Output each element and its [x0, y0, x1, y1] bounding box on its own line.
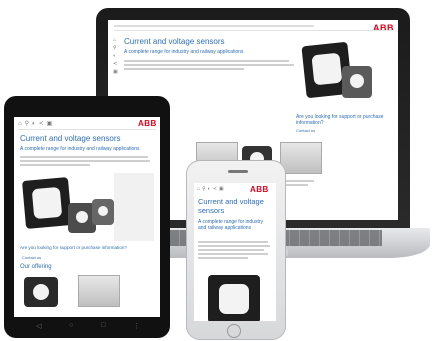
tablet-offering-tile[interactable]	[24, 277, 58, 307]
laptop-page-subtitle: A complete range for industry and railwa…	[124, 49, 244, 55]
laptop-support-question[interactable]: Are you looking for support or purchase …	[296, 114, 392, 126]
phone-speaker	[228, 170, 248, 173]
tablet-support-question[interactable]: Are you looking for support or purchase …	[20, 245, 127, 250]
phone-home-button[interactable]	[227, 324, 241, 338]
tablet-hero-side-panel	[114, 173, 154, 241]
tablet-toolbar-icons[interactable]: ⌂⚲◐≺▣	[18, 120, 55, 127]
tablet-system-nav[interactable]: ◁ ○ □ ⋮	[36, 322, 140, 332]
laptop-abb-logo: ABB	[373, 23, 394, 33]
tablet-hero-sensor-image	[21, 177, 73, 229]
laptop-side-icons[interactable]: ⌂ ⚲ ◐ ≺ ▣	[113, 36, 118, 76]
tablet-page-subtitle: A complete range for industry and railwa…	[20, 146, 140, 152]
phone-page-subtitle: A complete range for industry and railwa…	[198, 219, 264, 231]
laptop-header-divider	[114, 30, 394, 31]
laptop-breadcrumb	[114, 25, 314, 27]
laptop-hero-sensor-image-2	[342, 66, 372, 98]
recent-apps-icon[interactable]: □	[101, 322, 105, 332]
tablet-page-title: Current and voltage sensors	[20, 134, 121, 143]
tablet-body-text	[20, 154, 150, 168]
laptop-tile-caption	[280, 178, 320, 188]
tablet-contact-link[interactable]: Contact us	[22, 255, 41, 260]
more-icon[interactable]: ⋮	[133, 322, 140, 332]
tablet-header-divider	[18, 129, 156, 130]
tablet-abb-logo: ABB	[138, 119, 157, 128]
laptop-product-tile[interactable]	[280, 142, 322, 174]
tablet-offering-tile[interactable]	[78, 275, 120, 307]
tablet-offering-heading: Our offering	[20, 264, 52, 270]
laptop-contact-link[interactable]: Contact us	[296, 128, 315, 133]
phone-abb-logo: ABB	[250, 185, 269, 194]
tablet-hero-sensor-image-3	[92, 199, 114, 225]
home-button-icon[interactable]: ○	[69, 322, 73, 332]
tablet-screen: ⌂⚲◐≺▣ ABB Current and voltage sensors A …	[14, 117, 160, 317]
phone-screen: ⌂⚲◐≺▣ ABB Current and voltage sensors A …	[194, 183, 276, 321]
phone-toolbar-icons[interactable]: ⌂⚲◐≺▣	[197, 186, 226, 192]
back-icon[interactable]: ◁	[36, 322, 41, 332]
laptop-page-title: Current and voltage sensors	[124, 37, 225, 46]
phone-hero-sensor-image	[208, 275, 260, 321]
phone-body-text	[198, 239, 270, 261]
laptop-body-text	[124, 58, 294, 72]
phone-page-title: Current and voltage sensors	[198, 197, 264, 215]
